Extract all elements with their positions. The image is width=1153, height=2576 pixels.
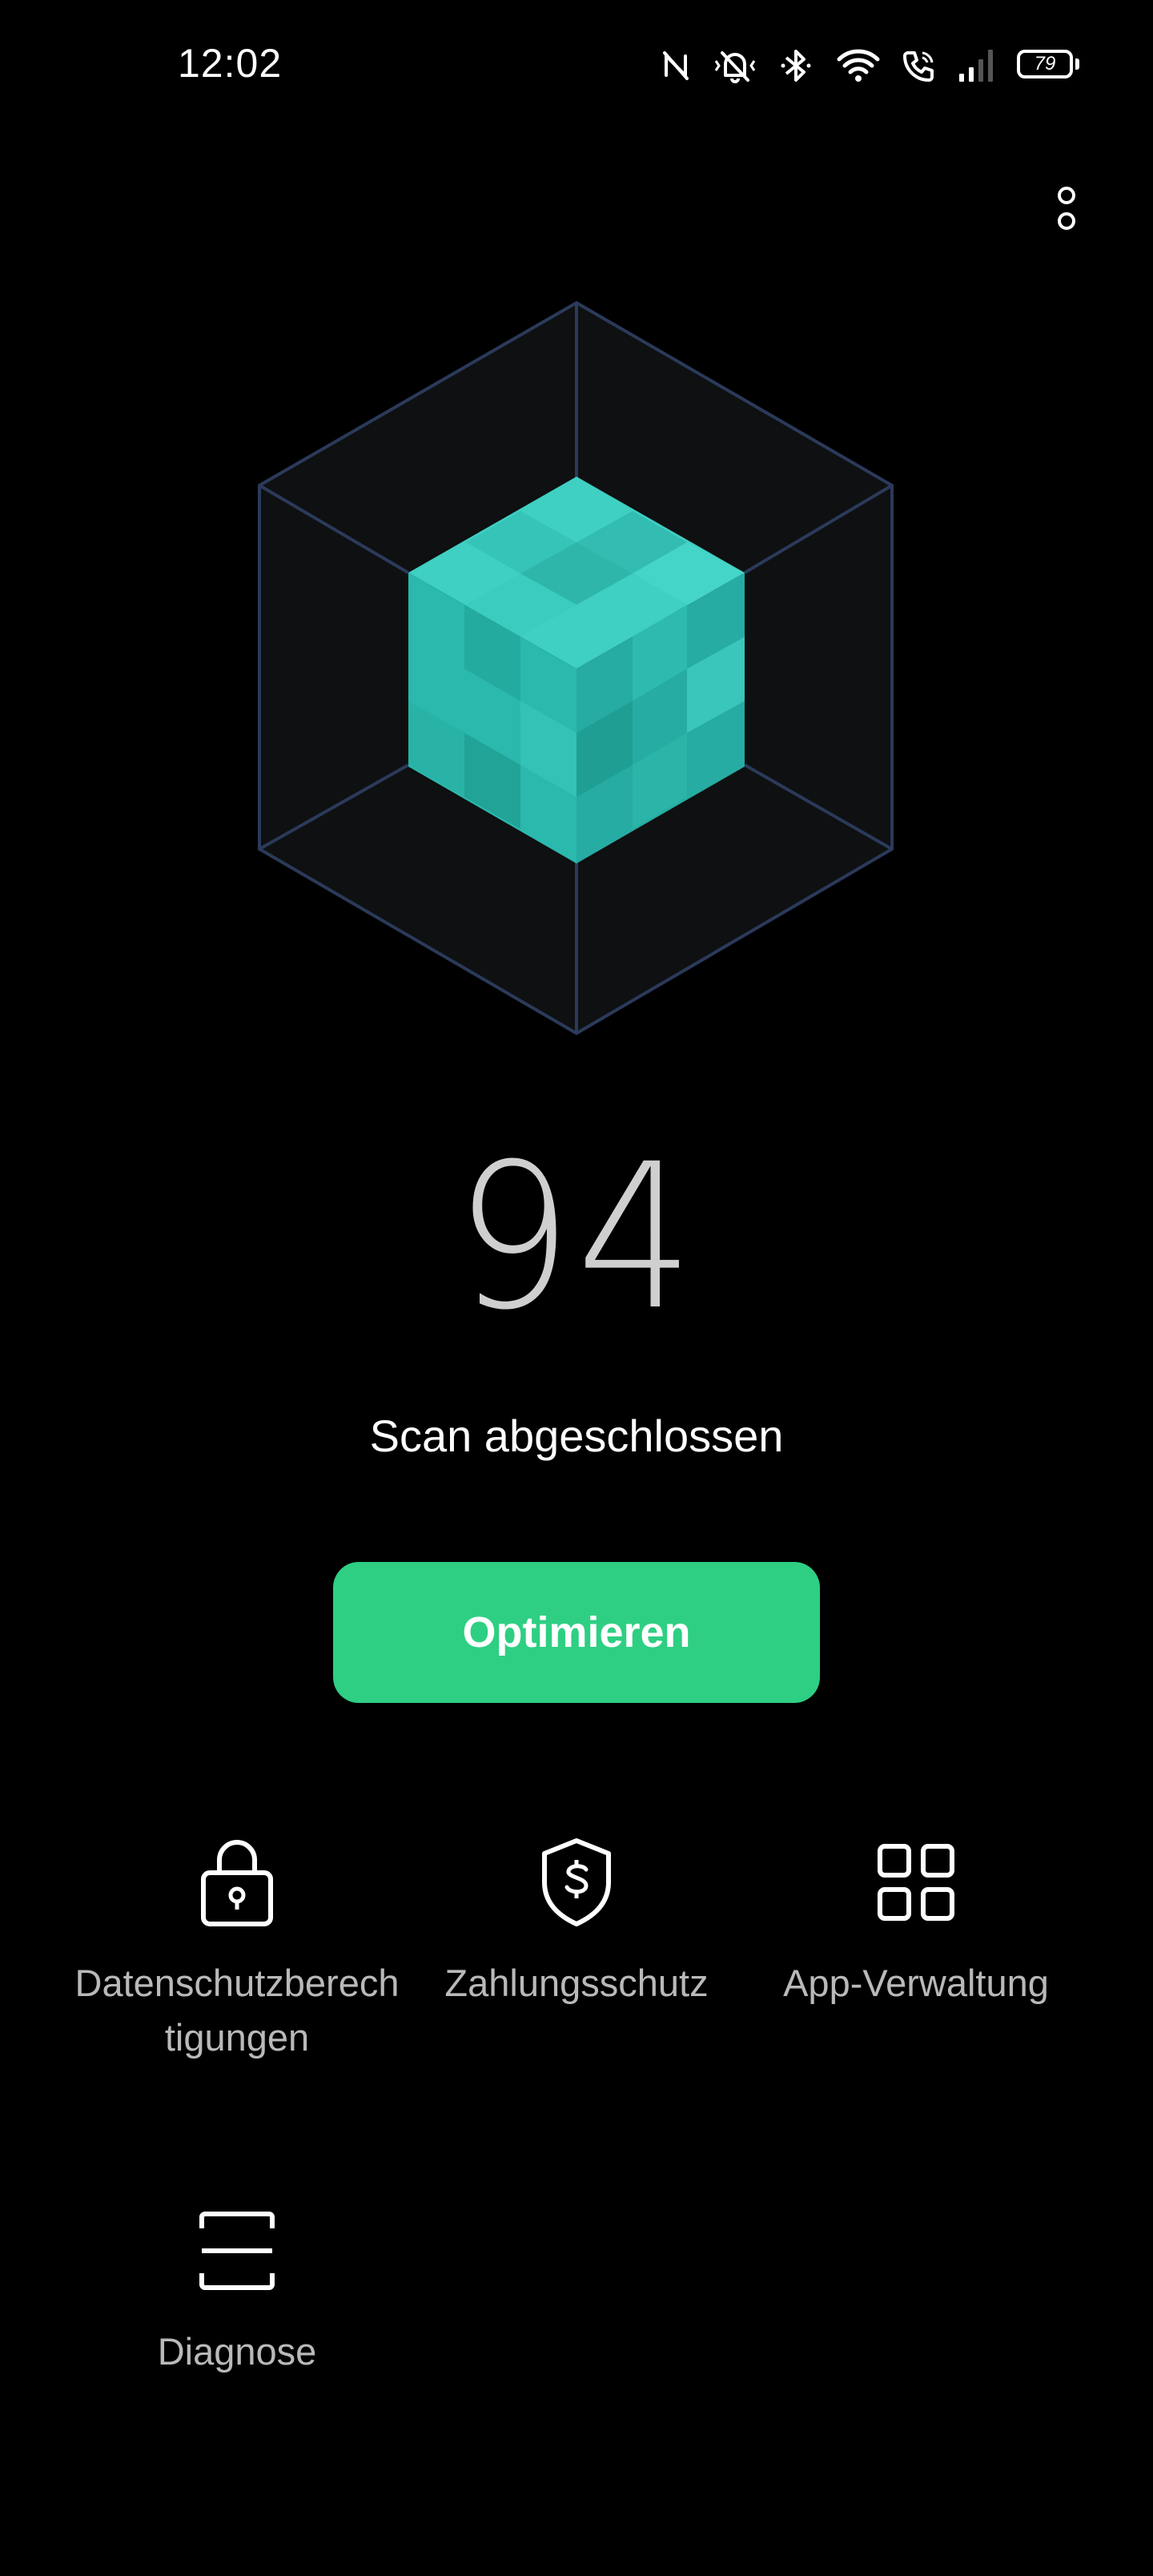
- signal-icon: [959, 50, 993, 82]
- scan-icon: [197, 2203, 277, 2299]
- status-bar: 12:02 79: [0, 0, 1153, 128]
- feature-label-line1: Datenschutzberech: [74, 1962, 400, 2004]
- more-vertical-icon-dot: [1058, 212, 1075, 230]
- wifi-icon: [837, 49, 880, 82]
- optimize-button[interactable]: Optimieren: [333, 1562, 820, 1703]
- feature-label: Zahlungsschutz: [444, 1962, 709, 2004]
- bluetooth-icon: [781, 50, 811, 82]
- feature-privacy-permissions[interactable]: Datenschutzberech tigungen: [67, 1834, 407, 2065]
- status-time: 12:02: [178, 41, 283, 86]
- feature-label: Diagnose: [157, 2330, 317, 2373]
- status-icons: 79: [661, 42, 1079, 90]
- more-menu-button[interactable]: [1041, 176, 1092, 240]
- lock-icon: [197, 1834, 277, 1930]
- feature-label: Datenschutzberech tigungen: [67, 1956, 407, 2065]
- feature-label: App-Verwaltung: [783, 1962, 1049, 2004]
- nfc-icon: [663, 51, 689, 80]
- feature-label-line2: tigungen: [164, 2016, 310, 2059]
- wifi-call-icon: [903, 51, 934, 82]
- payment-shield-icon: [536, 1834, 617, 1930]
- feature-app-management[interactable]: App-Verwaltung: [746, 1834, 1086, 2010]
- scan-status-text: Scan abgeschlossen: [369, 1411, 784, 1461]
- vibrate-silent-icon: [714, 51, 756, 83]
- more-vertical-icon: [1058, 187, 1075, 204]
- security-score: 94: [455, 1121, 698, 1354]
- feature-diagnosis[interactable]: Diagnose: [67, 2203, 407, 2379]
- app-grid-icon: [876, 1834, 956, 1930]
- battery-icon: 79: [1017, 50, 1079, 82]
- battery-level: 79: [1034, 53, 1056, 74]
- feature-payment-protection[interactable]: Zahlungsschutz: [407, 1834, 746, 2010]
- security-cube-icon: [258, 300, 894, 1036]
